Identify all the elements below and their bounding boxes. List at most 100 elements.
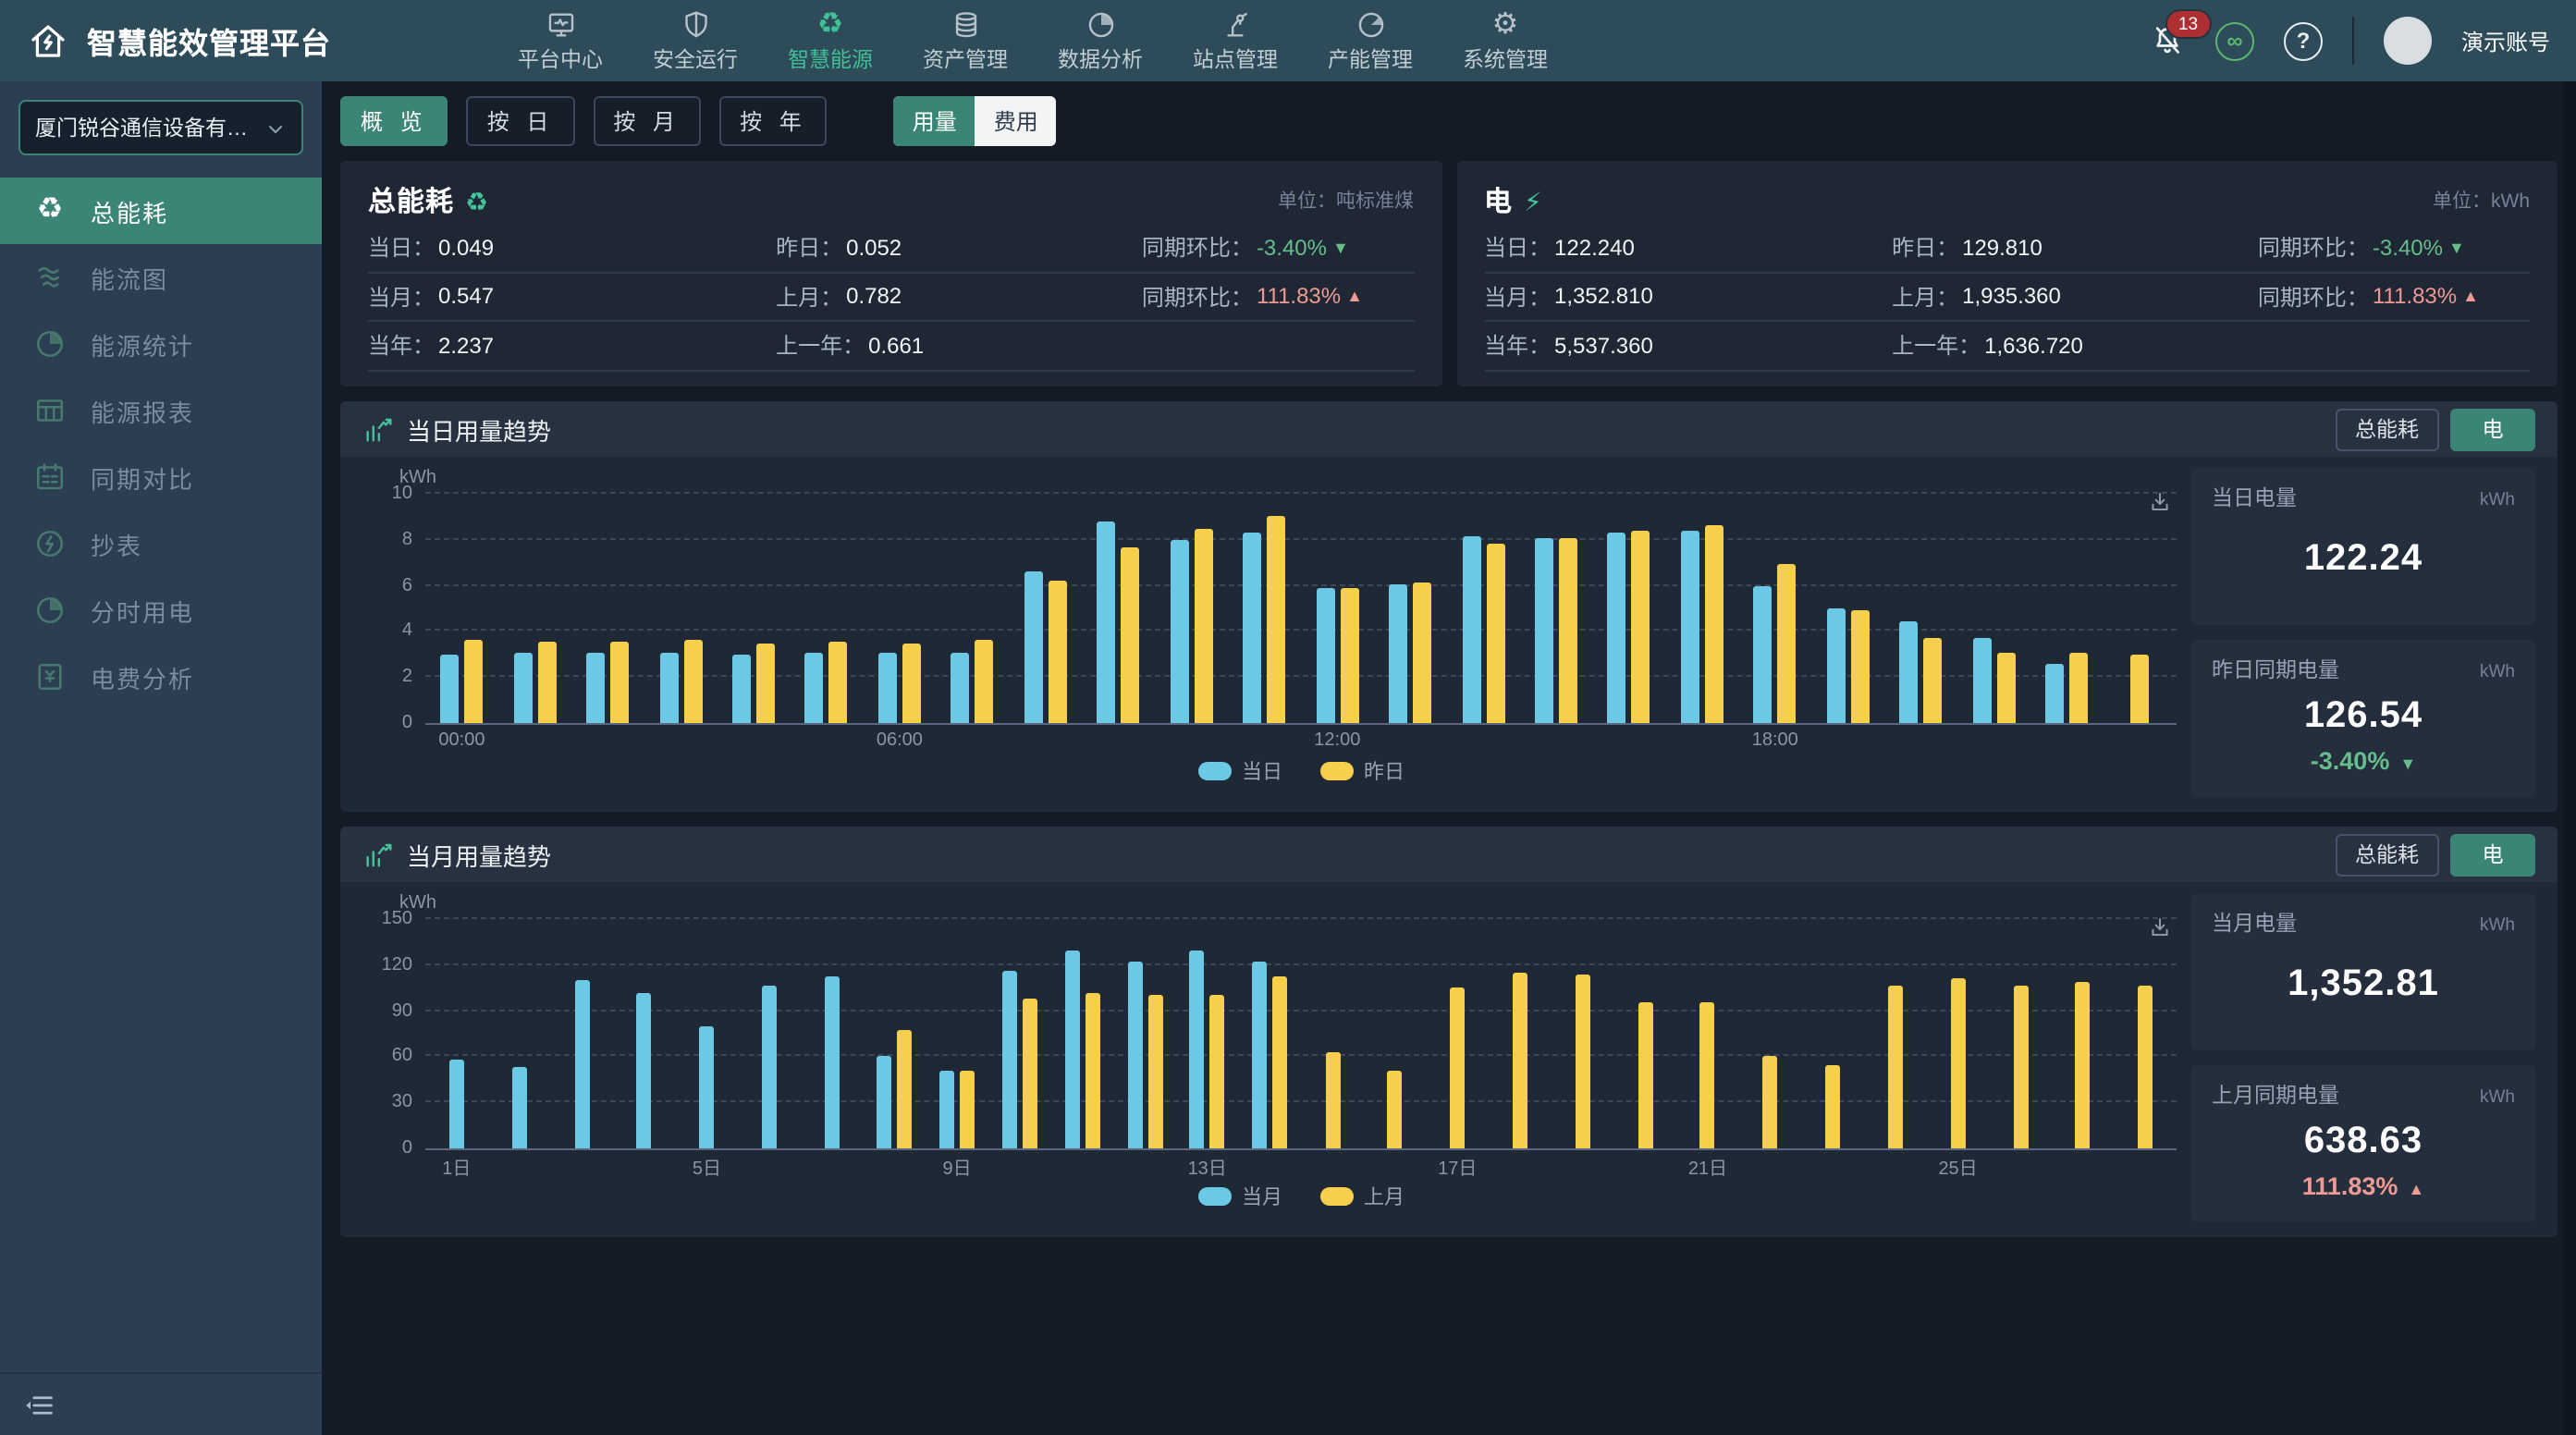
recycle-icon: ♻ [33, 194, 67, 227]
bar-昨日 [1851, 611, 1870, 724]
sidebar-item-label: 同期对比 [91, 460, 194, 495]
account-name[interactable]: 演示账号 [2461, 25, 2550, 56]
bar-group [718, 494, 791, 723]
bar-当月 [1002, 971, 1017, 1148]
stat-cell-value: 1,935.360 [1962, 284, 2061, 310]
bar-当月 [699, 1026, 714, 1148]
panel-daily-btn-0[interactable]: 总能耗 [2335, 408, 2439, 450]
sidebar-item-4[interactable]: 同期对比 [0, 444, 322, 510]
legend-item[interactable]: 当日 [1197, 756, 1282, 786]
sidebar-item-0[interactable]: ♻ 总能耗 [0, 178, 322, 244]
avatar[interactable] [2384, 17, 2432, 65]
trend-down-icon: ▼ [1332, 239, 1349, 257]
recycle-icon: ♻ [465, 188, 488, 214]
bar-当月 [1252, 962, 1267, 1148]
period-tab-3[interactable]: 按 年 [719, 96, 828, 146]
topnav-item-1[interactable]: 安全运行 [653, 9, 738, 74]
topnav-item-0[interactable]: 平台中心 [518, 9, 603, 74]
company-select[interactable]: 厦门锐谷通信设备有限公司 [18, 100, 303, 155]
collapse-sidebar-icon[interactable] [22, 1388, 55, 1421]
bar-上月 [897, 1029, 912, 1148]
topnav-item-3[interactable]: 资产管理 [923, 9, 1008, 74]
period-tab-0[interactable]: 概 览 [340, 96, 448, 146]
trend-chart-icon [362, 413, 394, 445]
panel-daily-btn-1[interactable]: 电 [2450, 408, 2535, 450]
stat-cell-value: 1,352.810 [1554, 284, 1653, 310]
panel-monthly-btn-1[interactable]: 电 [2450, 833, 2535, 876]
stat-cell: 上一年：1,636.720 [1892, 330, 2258, 362]
trend-down-icon: ▼ [2448, 239, 2465, 257]
trend-up-icon: ▲ [1346, 288, 1363, 306]
chart-daily: kWh024681000:0006:0012:0018:00当日昨日 [362, 468, 2177, 797]
health-status-icon[interactable]: ∞ [2215, 21, 2254, 60]
bar-昨日 [1413, 583, 1431, 723]
summary-box-0: 当日电量kWh122.24 [2191, 468, 2535, 625]
bar-group [1176, 919, 1239, 1148]
topbar-right: 13 ∞ ? 演示账号 [2149, 17, 2550, 65]
topbar-divider [2352, 17, 2354, 65]
metric-toggle-1[interactable]: 费用 [975, 96, 1057, 146]
top-navigation: 平台中心安全运行♻智慧能源资产管理数据分析站点管理产能管理⚙系统管理 [518, 0, 1548, 81]
sidebar-item-7[interactable]: 电费分析 [0, 644, 322, 710]
y-tick-label: 60 [392, 1047, 412, 1067]
sidebar-item-3[interactable]: 能源报表 [0, 377, 322, 444]
chart-monthly: kWh03060901201501日5日9日13日17日21日25日当月上月 [362, 893, 2177, 1222]
bar-当月 [1127, 962, 1142, 1148]
bar-group [1864, 919, 1927, 1148]
topnav-item-5[interactable]: 站点管理 [1193, 9, 1278, 74]
topnav-item-label: 站点管理 [1193, 44, 1278, 74]
recycle-icon: ♻ [815, 9, 846, 41]
delta-value: 111.83% [2302, 1172, 2398, 1200]
topnav-item-2[interactable]: ♻智慧能源 [788, 9, 873, 74]
help-icon[interactable]: ? [2284, 21, 2323, 60]
monitor-icon [545, 9, 576, 41]
bar-当日 [2045, 665, 2064, 723]
topnav-item-6[interactable]: 产能管理 [1328, 9, 1413, 74]
stat-cell-label: 当月： [1484, 281, 1551, 313]
report-table-icon [33, 394, 67, 427]
sidebar-item-5[interactable]: 抄表 [0, 510, 322, 577]
legend-item[interactable]: 当月 [1197, 1182, 1282, 1211]
legend-swatch [1197, 762, 1231, 780]
bar-当日 [1535, 537, 1553, 723]
bar-group [1301, 494, 1374, 723]
bar-group [1447, 494, 1520, 723]
topnav-item-label: 智慧能源 [788, 44, 873, 74]
bar-group [791, 494, 864, 723]
sidebar-item-1[interactable]: 能流图 [0, 244, 322, 311]
topnav-item-4[interactable]: 数据分析 [1058, 9, 1143, 74]
stat-cell: 昨日：0.052 [776, 232, 1142, 264]
brand: 智慧能效管理平台 [26, 18, 451, 63]
sidebar-item-6[interactable]: 分时用电 [0, 577, 322, 644]
sidebar-item-label: 总能耗 [91, 193, 168, 228]
bar-group [801, 919, 864, 1148]
period-tab-1[interactable]: 按 日 [467, 96, 575, 146]
period-tab-2[interactable]: 按 月 [593, 96, 701, 146]
y-tick-label: 4 [402, 621, 412, 642]
topnav-item-7[interactable]: ⚙系统管理 [1463, 9, 1548, 74]
panel-monthly-btn-0[interactable]: 总能耗 [2335, 833, 2439, 876]
legend-label: 当月 [1242, 1182, 1282, 1211]
summary-box-value: 1,352.81 [2212, 963, 2515, 1006]
bar-上月 [1023, 999, 1037, 1148]
app-title: 智慧能效管理平台 [87, 18, 331, 63]
bar-上月 [1638, 1001, 1652, 1148]
bar-当日 [878, 653, 897, 723]
stat-cell: 当日：0.049 [368, 232, 776, 264]
summary-box-unit: kWh [2480, 490, 2515, 510]
y-tick-label: 8 [402, 530, 412, 550]
y-tick-label: 150 [382, 909, 412, 929]
stat-row-1: 当月：0.547上月：0.782同期环比：111.83%▲ [368, 273, 1414, 322]
notifications-bell-icon[interactable]: 13 [2149, 22, 2186, 59]
bar-groups [425, 919, 2177, 1148]
panel-title: 当日用量趋势 [407, 411, 551, 447]
summary-box-header: 当日电量kWh [2212, 483, 2515, 512]
sidebar-item-2[interactable]: 能源统计 [0, 311, 322, 377]
legend-item[interactable]: 昨日 [1319, 756, 1405, 786]
bar-当月 [1190, 950, 1205, 1148]
metric-toggle-0[interactable]: 用量 [894, 96, 975, 146]
legend-item[interactable]: 上月 [1319, 1182, 1405, 1211]
bar-group [1239, 919, 1302, 1148]
bar-昨日 [1267, 517, 1285, 723]
scrollbar-track[interactable] [2563, 81, 2576, 1435]
